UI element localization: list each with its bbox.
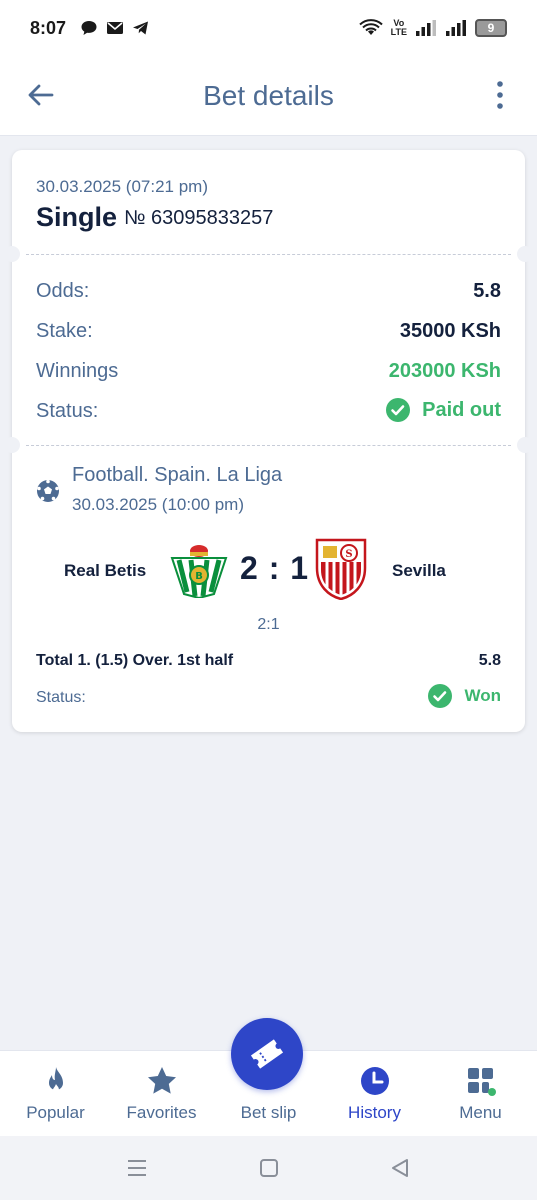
ticket-notch	[4, 246, 20, 262]
back-icon[interactable]	[390, 1158, 410, 1178]
bet-slip-button[interactable]	[231, 1018, 303, 1090]
bet-number: № 63095833257	[124, 207, 274, 229]
nav-bet-slip-label: Bet slip	[240, 1103, 297, 1122]
stake-value: 35000 KSh	[399, 320, 501, 342]
battery-icon: 9	[475, 19, 507, 37]
status-bar: 8:07 Vo LTE 9	[0, 0, 537, 56]
odds-value: 5.8	[473, 280, 501, 302]
app-header: Bet details	[0, 56, 537, 136]
nav-menu-label: Menu	[459, 1103, 502, 1122]
odds-label: Odds:	[36, 280, 90, 302]
sevilla-logo-icon: S	[315, 538, 367, 600]
menu-grid-icon	[467, 1068, 496, 1096]
telegram-icon	[133, 21, 149, 35]
selection-status-label: Status:	[36, 689, 86, 706]
home-icon[interactable]	[259, 1158, 279, 1178]
back-arrow-icon[interactable]	[26, 80, 56, 110]
bet-status-value: Paid out	[422, 398, 501, 421]
bet-status: Paid out	[386, 398, 501, 422]
nav-popular[interactable]: Popular	[2, 1051, 109, 1137]
away-team-name: Sevilla	[392, 561, 446, 580]
bet-card: 30.03.2025 (07:21 pm) Single № 630958332…	[4, 150, 533, 732]
real-betis-logo-icon: B	[170, 545, 228, 598]
winnings-value: 203000 KSh	[388, 360, 501, 382]
selection-status: Won	[428, 684, 501, 708]
match-date: 30.03.2025 (10:00 pm)	[72, 495, 245, 514]
check-circle-icon	[428, 684, 453, 708]
market-odds: 5.8	[478, 652, 501, 669]
signal-icon-2	[446, 20, 466, 36]
nav-favorites-label: Favorites	[126, 1103, 197, 1122]
ticket-notch	[517, 437, 533, 453]
svg-text:S: S	[345, 549, 352, 560]
ticket-notch	[517, 246, 533, 262]
selection-status-value: Won	[464, 686, 501, 705]
volte-indicator: Vo LTE	[390, 18, 407, 37]
nav-history[interactable]: History	[321, 1051, 428, 1137]
recent-apps-icon[interactable]	[126, 1158, 148, 1178]
divider	[26, 445, 511, 446]
match-score: 2 : 1	[240, 550, 310, 586]
signal-icon	[416, 20, 436, 36]
home-team-name: Real Betis	[64, 561, 147, 580]
divider	[26, 254, 511, 255]
nav-popular-label: Popular	[26, 1103, 85, 1122]
half-time-score: 2:1	[257, 616, 280, 633]
football-icon	[37, 479, 59, 502]
ticket-notch	[4, 437, 20, 453]
winnings-label: Winnings	[36, 360, 119, 382]
star-icon	[147, 1067, 176, 1094]
stake-label: Stake:	[36, 320, 93, 342]
nav-history-label: History	[348, 1103, 401, 1122]
market-name: Total 1. (1.5) Over. 1st half	[36, 652, 234, 669]
fire-icon	[48, 1067, 63, 1093]
bet-status-label: Status:	[36, 400, 99, 422]
mail-icon	[107, 22, 124, 34]
wifi-icon	[358, 19, 383, 35]
ticket-icon	[250, 1039, 284, 1069]
page-title: Bet details	[203, 79, 334, 111]
chat-bubble-icon	[81, 21, 97, 35]
status-time: 8:07	[30, 17, 67, 38]
nav-favorites[interactable]: Favorites	[108, 1051, 215, 1137]
nav-menu[interactable]: Menu	[427, 1051, 534, 1137]
check-circle-icon	[386, 398, 411, 422]
more-options-icon[interactable]	[493, 80, 507, 110]
league-name: Football. Spain. La Liga	[72, 464, 283, 486]
bet-date: 30.03.2025 (07:21 pm)	[36, 177, 209, 196]
bet-type: Single	[36, 202, 118, 232]
clock-icon	[360, 1067, 389, 1095]
svg-text:B: B	[195, 571, 203, 582]
system-navigation-bar	[0, 1136, 537, 1200]
